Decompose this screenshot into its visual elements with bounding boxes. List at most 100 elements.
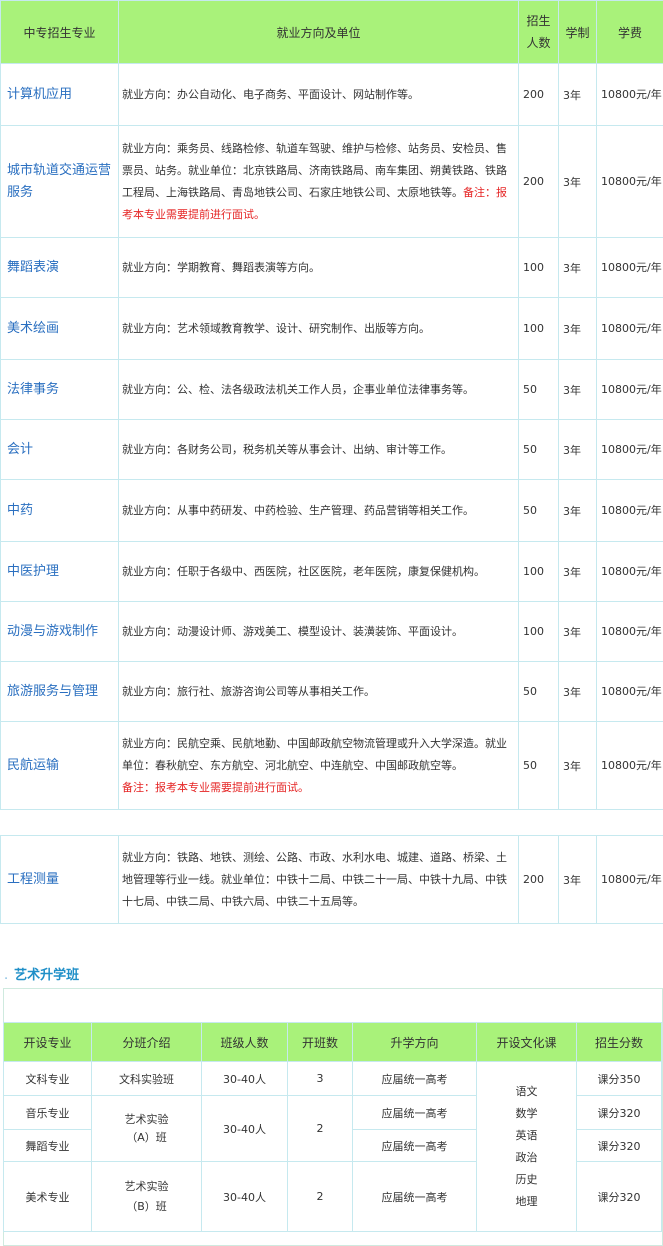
table-row: 城市轨道交通运营服务 就业方向：乘务员、线路检修、轨道车驾驶、维护与检修、站务员… <box>0 125 663 238</box>
major-link[interactable]: 旅游服务与管理 <box>7 684 98 699</box>
direction-text: 就业方向：民航空乘、民航地勤、中国邮政航空物流管理或升入大学深造。就业单位：春秋… <box>122 736 507 772</box>
header-count-line1: 招生 <box>526 14 551 28</box>
fee-cell: 10800元/年 <box>596 237 663 298</box>
fee-cell: 10800元/年 <box>596 419 663 480</box>
count-cell: 50 <box>518 359 559 420</box>
culture-item: 数学 <box>515 1106 538 1120</box>
table-row: 会计 就业方向：各财务公司，税务机关等从事会计、出纳、审计等工作。 50 3年 … <box>0 419 663 480</box>
direction-cell: 就业方向：各财务公司，税务机关等从事会计、出纳、审计等工作。 <box>118 419 519 480</box>
art-size-cell: 30-40人 <box>201 1095 288 1162</box>
art-score-cell: 课分320 <box>576 1161 662 1232</box>
major-link[interactable]: 舞蹈表演 <box>7 260 59 275</box>
art-major-cell: 舞蹈专业 <box>3 1129 92 1162</box>
table-row: 旅游服务与管理 就业方向：旅行社、旅游咨询公司等从事相关工作。 50 3年 10… <box>0 661 663 722</box>
art-major-cell: 文科专业 <box>3 1061 92 1096</box>
count-cell: 200 <box>518 63 559 126</box>
direction-cell: 就业方向：学期教育、舞蹈表演等方向。 <box>118 237 519 298</box>
fee-cell: 10800元/年 <box>596 63 663 126</box>
count-cell: 50 <box>518 721 559 810</box>
years-cell: 3年 <box>558 835 597 924</box>
art-section-title: . 艺术升学班 <box>4 964 79 983</box>
major-link[interactable]: 中医护理 <box>7 564 59 579</box>
art-size-cell: 30-40人 <box>201 1061 288 1096</box>
count-cell: 200 <box>518 125 559 238</box>
years-cell: 3年 <box>558 661 597 722</box>
major-link[interactable]: 中药 <box>7 503 33 518</box>
header-count-line2: 人数 <box>526 36 551 50</box>
years-cell: 3年 <box>558 601 597 662</box>
art-intro-line2: （A）班 <box>126 1130 167 1144</box>
art-culture-cell: 语文 数学 英语 政治 历史 地理 <box>476 1061 577 1232</box>
art-score-cell: 课分320 <box>576 1129 662 1162</box>
direction-cell: 就业方向：铁路、地铁、测绘、公路、市政、水利水电、城建、道路、桥梁、土地管理等行… <box>118 835 519 924</box>
art-header-major: 开设专业 <box>3 1022 92 1062</box>
art-intro-cell: 文科实验班 <box>91 1061 202 1096</box>
fee-cell: 10800元/年 <box>596 661 663 722</box>
count-cell: 200 <box>518 835 559 924</box>
table-gap <box>0 809 663 836</box>
art-classes-cell: 2 <box>287 1161 353 1232</box>
art-intro-line2: （B）班 <box>126 1199 167 1213</box>
art-direction-cell: 应届统一高考 <box>352 1161 477 1232</box>
fee-cell: 10800元/年 <box>596 601 663 662</box>
major-link[interactable]: 民航运输 <box>7 758 59 773</box>
direction-cell: 就业方向：艺术领域教育教学、设计、研究制作、出版等方向。 <box>118 297 519 360</box>
years-cell: 3年 <box>558 419 597 480</box>
header-years: 学制 <box>558 0 597 64</box>
art-header-intro: 分班介绍 <box>91 1022 202 1062</box>
fee-cell: 10800元/年 <box>596 359 663 420</box>
culture-item: 政治 <box>515 1150 538 1164</box>
table-row: 文科专业 文科实验班 30-40人 3 应届统一高考 语文 数学 英语 政治 历… <box>3 1061 662 1232</box>
years-cell: 3年 <box>558 479 597 542</box>
art-score-cell: 课分350 <box>576 1061 662 1096</box>
major-link[interactable]: 城市轨道交通运营服务 <box>7 163 111 200</box>
major-link[interactable]: 计算机应用 <box>7 87 72 102</box>
culture-item: 英语 <box>515 1128 538 1142</box>
count-cell: 100 <box>518 297 559 360</box>
years-cell: 3年 <box>558 721 597 810</box>
table-row: 动漫与游戏制作 就业方向：动漫设计师、游戏美工、模型设计、装潢装饰、平面设计。 … <box>0 601 663 662</box>
culture-item: 历史 <box>515 1172 538 1186</box>
major-link[interactable]: 会计 <box>7 442 33 457</box>
art-major-cell: 音乐专业 <box>3 1095 92 1130</box>
art-intro-line1: 艺术实验 <box>124 1179 169 1193</box>
table-row: 民航运输 就业方向：民航空乘、民航地勤、中国邮政航空物流管理或升入大学深造。就业… <box>0 721 663 810</box>
major-link[interactable]: 动漫与游戏制作 <box>7 624 98 639</box>
header-fee: 学费 <box>596 0 663 64</box>
art-table: 开设专业 分班介绍 班级人数 开班数 升学方向 开设文化课 招生分数 文科专业 … <box>3 1022 662 1232</box>
fee-cell: 10800元/年 <box>596 541 663 602</box>
art-score-cell: 课分320 <box>576 1095 662 1130</box>
count-cell: 100 <box>518 601 559 662</box>
table-row: 美术绘画 就业方向：艺术领域教育教学、设计、研究制作、出版等方向。 100 3年… <box>0 297 663 360</box>
years-cell: 3年 <box>558 359 597 420</box>
art-title-text: 艺术升学班 <box>14 968 80 983</box>
fee-cell: 10800元/年 <box>596 835 663 924</box>
table-row: 工程测量 就业方向：铁路、地铁、测绘、公路、市政、水利水电、城建、道路、桥梁、土… <box>0 835 663 924</box>
major-link[interactable]: 法律事务 <box>7 382 59 397</box>
art-direction-cell: 应届统一高考 <box>352 1129 477 1162</box>
count-cell: 50 <box>518 419 559 480</box>
count-cell: 50 <box>518 661 559 722</box>
direction-cell: 就业方向：旅行社、旅游咨询公司等从事相关工作。 <box>118 661 519 722</box>
art-header-row: 开设专业 分班介绍 班级人数 开班数 升学方向 开设文化课 招生分数 <box>3 1022 662 1062</box>
bullet-icon: . <box>4 968 9 983</box>
art-header-culture: 开设文化课 <box>476 1022 577 1062</box>
table-row: 中医护理 就业方向：任职于各级中、西医院，社区医院，老年医院，康复保健机构。 1… <box>0 541 663 602</box>
direction-cell: 就业方向：民航空乘、民航地勤、中国邮政航空物流管理或升入大学深造。就业单位：春秋… <box>118 721 519 810</box>
major-link[interactable]: 美术绘画 <box>7 321 59 336</box>
years-cell: 3年 <box>558 237 597 298</box>
art-header-direction: 升学方向 <box>352 1022 477 1062</box>
count-cell: 100 <box>518 237 559 298</box>
table-row: 中药 就业方向：从事中药研发、中药检验、生产管理、药品营销等相关工作。 50 3… <box>0 479 663 542</box>
major-link[interactable]: 工程测量 <box>7 872 59 887</box>
art-intro-cell: 艺术实验 （B）班 <box>91 1161 202 1232</box>
art-major-cell: 美术专业 <box>3 1161 92 1232</box>
header-direction: 就业方向及单位 <box>118 0 519 64</box>
header-major: 中专招生专业 <box>0 0 119 64</box>
fee-cell: 10800元/年 <box>596 297 663 360</box>
count-cell: 50 <box>518 479 559 542</box>
art-classes-cell: 2 <box>287 1095 353 1162</box>
direction-cell: 就业方向：动漫设计师、游戏美工、模型设计、装潢装饰、平面设计。 <box>118 601 519 662</box>
art-intro-line1: 艺术实验 <box>124 1112 169 1126</box>
culture-item: 地理 <box>515 1194 538 1208</box>
